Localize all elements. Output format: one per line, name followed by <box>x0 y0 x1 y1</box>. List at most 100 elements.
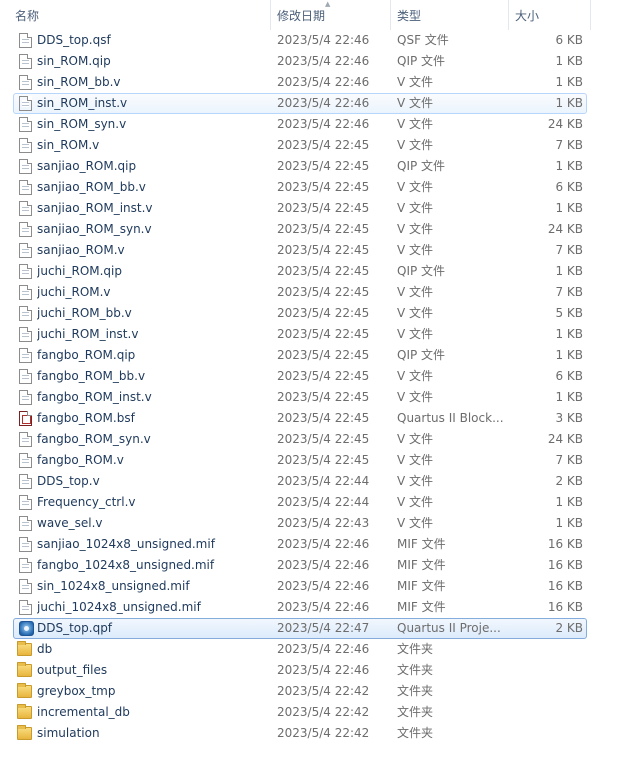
file-row[interactable]: fangbo_ROM_syn.v 2023/5/4 22:45 V 文件 24 KB <box>0 429 626 450</box>
file-name: juchi_1024x8_unsigned.mif <box>37 600 201 614</box>
block-symbol-icon <box>19 411 32 426</box>
file-date: 2023/5/4 22:46 <box>277 96 370 110</box>
document-icon <box>19 516 32 531</box>
file-row[interactable]: output_files 2023/5/4 22:46 文件夹 <box>0 660 626 681</box>
file-size: 3 KB <box>555 411 583 425</box>
file-type: V 文件 <box>397 495 434 509</box>
file-type: V 文件 <box>397 75 434 89</box>
file-row[interactable]: sin_1024x8_unsigned.mif 2023/5/4 22:46 MIF… <box>0 576 626 597</box>
document-icon <box>19 600 32 615</box>
file-type: V 文件 <box>397 201 434 215</box>
file-row[interactable]: wave_sel.v 2023/5/4 22:43 V 文件 1 KB <box>0 513 626 534</box>
file-date: 2023/5/4 22:45 <box>277 369 370 383</box>
file-row[interactable]: juchi_ROM.qip 2023/5/4 22:45 QIP 文件 1 KB <box>0 261 626 282</box>
column-divider[interactable] <box>390 0 391 30</box>
file-row[interactable]: juchi_ROM.v 2023/5/4 22:45 V 文件 7 KB <box>0 282 626 303</box>
file-size: 6 KB <box>555 33 583 47</box>
document-icon <box>19 579 32 594</box>
file-row[interactable]: sin_ROM.qip 2023/5/4 22:46 QIP 文件 1 KB <box>0 51 626 72</box>
file-name: fangbo_ROM.qip <box>37 348 136 362</box>
file-type: QSF 文件 <box>397 33 449 47</box>
file-size: 16 KB <box>547 558 583 572</box>
column-divider[interactable] <box>590 0 591 30</box>
file-row[interactable]: db 2023/5/4 22:46 文件夹 <box>0 639 626 660</box>
file-row[interactable]: fangbo_1024x8_unsigned.mif 2023/5/4 22:46… <box>0 555 626 576</box>
file-date: 2023/5/4 22:46 <box>277 75 370 89</box>
file-row[interactable]: sanjiao_ROM_syn.v 2023/5/4 22:45 V 文件 24 KB <box>0 219 626 240</box>
folder-icon <box>17 641 32 656</box>
file-name: sin_ROM.v <box>37 138 100 152</box>
file-name: DDS_top.qsf <box>37 33 111 47</box>
file-date: 2023/5/4 22:44 <box>277 495 370 509</box>
file-size: 7 KB <box>555 243 583 257</box>
file-name: db <box>37 642 53 656</box>
folder-icon <box>17 662 32 677</box>
column-date-header[interactable]: 修改日期 <box>277 0 325 30</box>
file-row[interactable]: fangbo_ROM.qip 2023/5/4 22:45 QIP 文件 1 KB <box>0 345 626 366</box>
file-type: 文件夹 <box>397 705 434 719</box>
file-date: 2023/5/4 22:42 <box>277 684 370 698</box>
file-size: 6 KB <box>555 180 583 194</box>
file-type: V 文件 <box>397 243 434 257</box>
file-name: sanjiao_ROM_inst.v <box>37 201 153 215</box>
file-row[interactable]: sin_ROM_inst.v 2023/5/4 22:46 V 文件 1 KB <box>13 93 587 114</box>
document-icon <box>19 432 32 447</box>
file-row[interactable]: fangbo_ROM.bsf 2023/5/4 22:45 Quartus II B… <box>0 408 626 429</box>
file-row[interactable]: sanjiao_ROM.v 2023/5/4 22:45 V 文件 7 KB <box>0 240 626 261</box>
file-row[interactable]: sin_ROM_syn.v 2023/5/4 22:46 V 文件 24 KB <box>0 114 626 135</box>
column-divider[interactable] <box>508 0 509 30</box>
file-type: V 文件 <box>397 117 434 131</box>
file-row[interactable]: juchi_1024x8_unsigned.mif 2023/5/4 22:46 M… <box>0 597 626 618</box>
file-row[interactable]: sanjiao_ROM.qip 2023/5/4 22:45 QIP 文件 1 KB <box>0 156 626 177</box>
file-row[interactable]: simulation 2023/5/4 22:42 文件夹 <box>0 723 626 744</box>
file-date: 2023/5/4 22:45 <box>277 201 370 215</box>
file-row[interactable]: incremental_db 2023/5/4 22:42 文件夹 <box>0 702 626 723</box>
document-icon <box>19 75 32 90</box>
file-row[interactable]: Frequency_ctrl.v 2023/5/4 22:44 V 文件 1 KB <box>0 492 626 513</box>
file-name: sanjiao_ROM_bb.v <box>37 180 146 194</box>
document-icon <box>19 180 32 195</box>
file-date: 2023/5/4 22:42 <box>277 705 370 719</box>
file-row[interactable]: DDS_top.qsf 2023/5/4 22:46 QSF 文件 6 KB <box>0 30 626 51</box>
file-name: output_files <box>37 663 108 677</box>
file-size: 1 KB <box>555 327 583 341</box>
file-type: QIP 文件 <box>397 54 446 68</box>
file-type: V 文件 <box>397 306 434 320</box>
file-name: Frequency_ctrl.v <box>37 495 136 509</box>
file-row[interactable]: sanjiao_ROM_bb.v 2023/5/4 22:45 V 文件 6 KB <box>0 177 626 198</box>
column-name-header[interactable]: 名称 <box>15 0 39 30</box>
file-size: 6 KB <box>555 369 583 383</box>
file-row[interactable]: juchi_ROM_bb.v 2023/5/4 22:45 V 文件 5 KB <box>0 303 626 324</box>
file-row[interactable]: greybox_tmp 2023/5/4 22:42 文件夹 <box>0 681 626 702</box>
file-row[interactable]: fangbo_ROM.v 2023/5/4 22:45 V 文件 7 KB <box>0 450 626 471</box>
file-date: 2023/5/4 22:46 <box>277 663 370 677</box>
file-size: 7 KB <box>555 138 583 152</box>
file-row[interactable]: sin_ROM_bb.v 2023/5/4 22:46 V 文件 1 KB <box>0 72 626 93</box>
file-row[interactable]: sanjiao_1024x8_unsigned.mif 2023/5/4 22:4… <box>0 534 626 555</box>
file-name: fangbo_ROM_inst.v <box>37 390 152 404</box>
column-divider[interactable] <box>270 0 271 30</box>
column-size-header[interactable]: 大小 <box>515 0 539 30</box>
document-icon <box>19 96 32 111</box>
file-row[interactable]: fangbo_ROM_inst.v 2023/5/4 22:45 V 文件 1 KB <box>0 387 626 408</box>
file-date: 2023/5/4 22:45 <box>277 159 370 173</box>
column-type-header[interactable]: 类型 <box>397 0 421 30</box>
file-size: 2 KB <box>555 621 583 635</box>
file-name: sanjiao_ROM.v <box>37 243 125 257</box>
file-date: 2023/5/4 22:45 <box>277 285 370 299</box>
file-row[interactable]: sanjiao_ROM_inst.v 2023/5/4 22:45 V 文件 1 KB <box>0 198 626 219</box>
file-row[interactable]: DDS_top.v 2023/5/4 22:44 V 文件 2 KB <box>0 471 626 492</box>
file-size: 1 KB <box>555 54 583 68</box>
document-icon <box>19 327 32 342</box>
file-type: V 文件 <box>397 327 434 341</box>
file-type: 文件夹 <box>397 642 434 656</box>
file-name: sanjiao_ROM_syn.v <box>37 222 152 236</box>
file-date: 2023/5/4 22:45 <box>277 138 370 152</box>
file-row[interactable]: sin_ROM.v 2023/5/4 22:45 V 文件 7 KB <box>0 135 626 156</box>
file-row[interactable]: fangbo_ROM_bb.v 2023/5/4 22:45 V 文件 6 KB <box>0 366 626 387</box>
file-name: sanjiao_1024x8_unsigned.mif <box>37 537 215 551</box>
file-type: V 文件 <box>397 138 434 152</box>
file-row[interactable]: DDS_top.qpf 2023/5/4 22:47 Quartus II Proj… <box>13 618 587 639</box>
file-name: wave_sel.v <box>37 516 103 530</box>
file-row[interactable]: juchi_ROM_inst.v 2023/5/4 22:45 V 文件 1 KB <box>0 324 626 345</box>
